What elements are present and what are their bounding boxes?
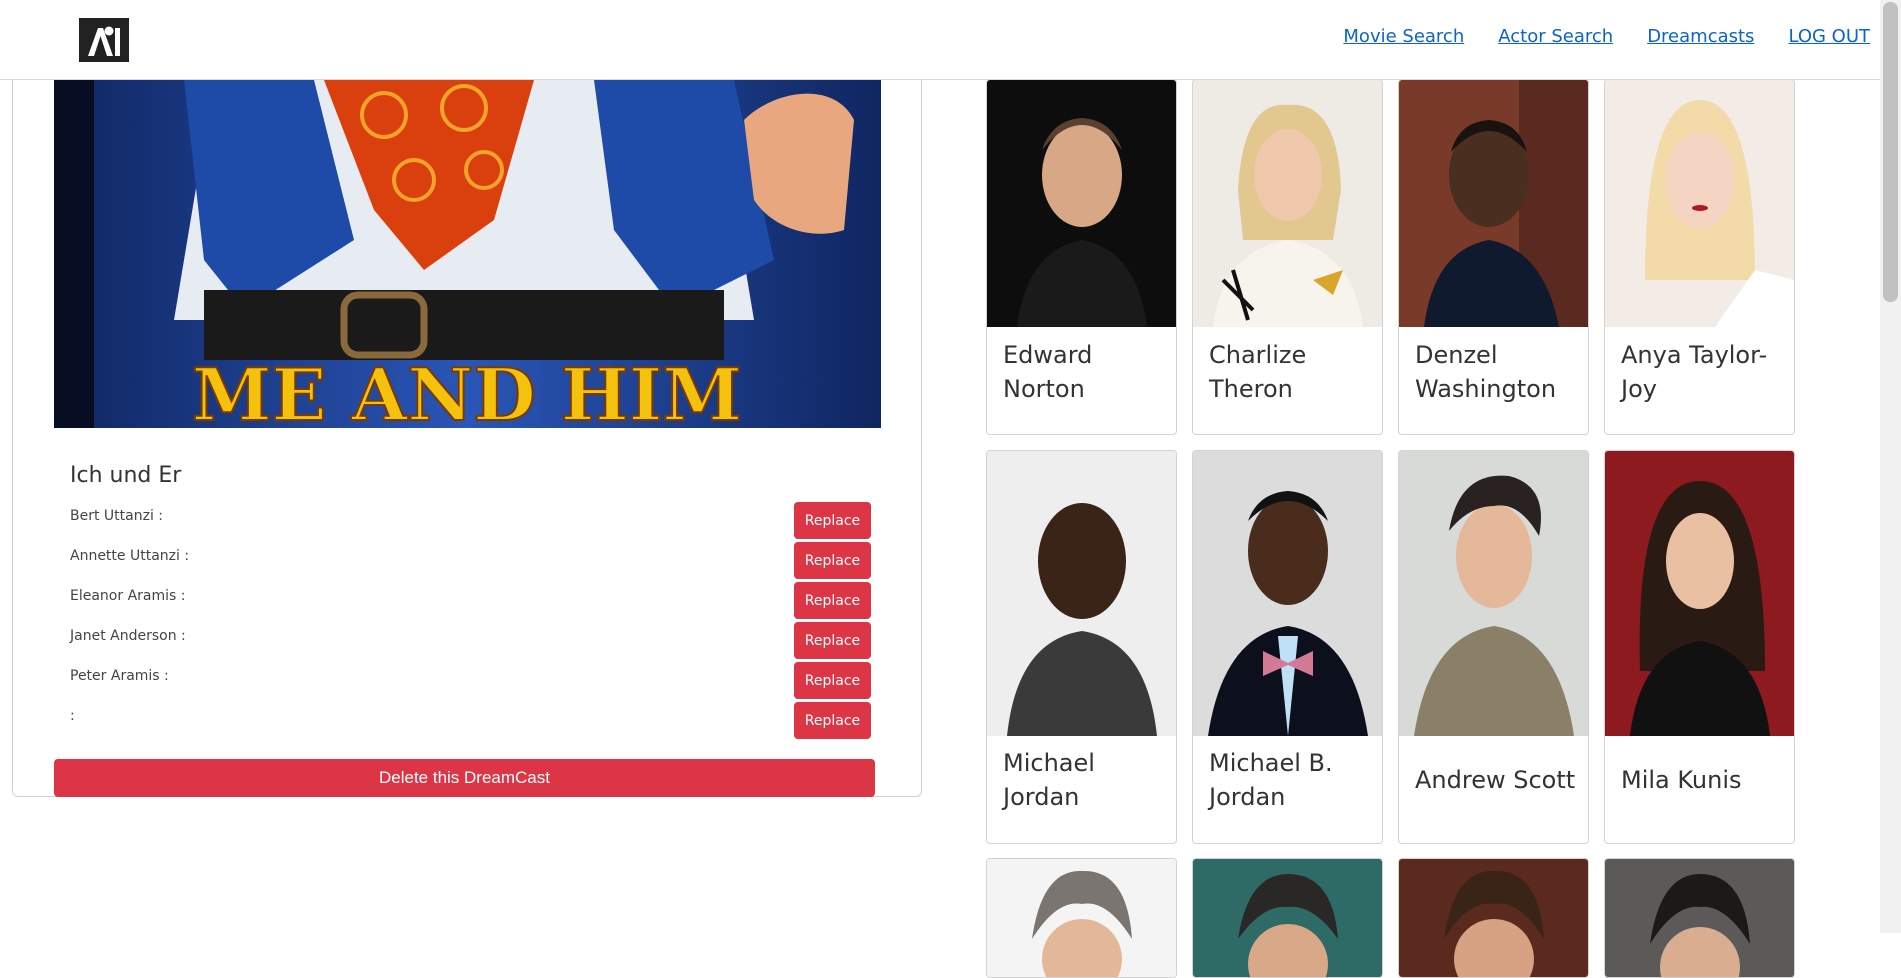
role-label: : [70,708,75,724]
movie-title: Ich und Er [70,463,182,488]
actor-photo [1193,80,1382,327]
replace-button[interactable]: Replace [794,502,871,539]
actor-card[interactable] [986,858,1177,978]
actor-photo [1399,80,1588,327]
actor-name: Mila Kunis [1621,766,1742,794]
actor-photo [987,859,1176,977]
actor-card-andrew-scott[interactable]: Andrew Scott [1398,450,1589,844]
logo-icon[interactable] [79,18,129,62]
actor-card[interactable] [1398,858,1589,978]
actor-name: Denzel Washington [1415,341,1557,403]
actor-photo [1193,451,1382,736]
scrollbar-thumb[interactable] [1883,2,1898,302]
actor-photo [1399,859,1588,977]
actor-card-michael-b-jordan[interactable]: Michael B. Jordan [1192,450,1383,844]
actor-photo [1605,859,1794,977]
role-label: Eleanor Aramis : [70,588,186,604]
actor-name: Anya Taylor-Joy [1621,341,1768,403]
movie-poster: ME AND HIM [54,80,881,428]
page-scrollbar[interactable] [1880,0,1901,933]
cast-row: Janet Anderson : Replace [70,622,871,660]
replace-button[interactable]: Replace [794,542,871,579]
actor-photo [1399,451,1588,736]
actor-card-michael-jordan[interactable]: Michael Jordan [986,450,1177,844]
actor-card-anya-taylor-joy[interactable]: Anya Taylor-Joy [1604,79,1795,435]
actor-name: Michael Jordan [1003,749,1095,811]
replace-button[interactable]: Replace [794,662,871,699]
cast-row: Peter Aramis : Replace [70,662,871,700]
actor-photo [1605,451,1794,736]
actor-photo [987,80,1176,327]
nav-dreamcasts-link[interactable]: Dreamcasts [1647,26,1754,47]
actor-card[interactable] [1604,858,1795,978]
actor-name: Andrew Scott [1415,766,1576,794]
delete-dreamcast-button[interactable]: Delete this DreamCast [54,759,875,797]
actor-name: Charlize Theron [1209,341,1307,403]
nav-logout-link[interactable]: LOG OUT [1788,26,1870,47]
cast-row: : Replace [70,702,871,740]
actor-card-mila-kunis[interactable]: Mila Kunis [1604,450,1795,844]
nav-movie-search-link[interactable]: Movie Search [1343,26,1464,47]
actor-photo [987,451,1176,736]
replace-button[interactable]: Replace [794,702,871,739]
role-label: Annette Uttanzi : [70,548,190,564]
role-label: Janet Anderson : [70,628,186,644]
replace-button[interactable]: Replace [794,582,871,619]
actor-photo [1605,80,1794,327]
navbar: Movie Search Actor Search Dreamcasts LOG… [0,0,1880,80]
actor-name: Edward Norton [1003,341,1093,403]
role-label: Peter Aramis : [70,668,169,684]
cast-row: Annette Uttanzi : Replace [70,542,871,580]
actor-photo [1193,859,1382,977]
actor-card-denzel-washington[interactable]: Denzel Washington [1398,79,1589,435]
role-label: Bert Uttanzi : [70,508,163,524]
actor-card[interactable] [1192,858,1383,978]
nav-actor-search-link[interactable]: Actor Search [1498,26,1613,47]
replace-button[interactable]: Replace [794,622,871,659]
nav-links: Movie Search Actor Search Dreamcasts LOG… [1343,26,1870,47]
actor-card-edward-norton[interactable]: Edward Norton [986,79,1177,435]
poster-title: ME AND HIM [192,352,742,428]
actor-name: Michael B. Jordan [1209,749,1333,811]
actor-card-charlize-theron[interactable]: Charlize Theron [1192,79,1383,435]
cast-row: Bert Uttanzi : Replace [70,502,871,540]
dreamcast-card: ME AND HIM Ich und Er Bert Uttanzi : Rep… [12,60,922,797]
cast-row: Eleanor Aramis : Replace [70,582,871,620]
